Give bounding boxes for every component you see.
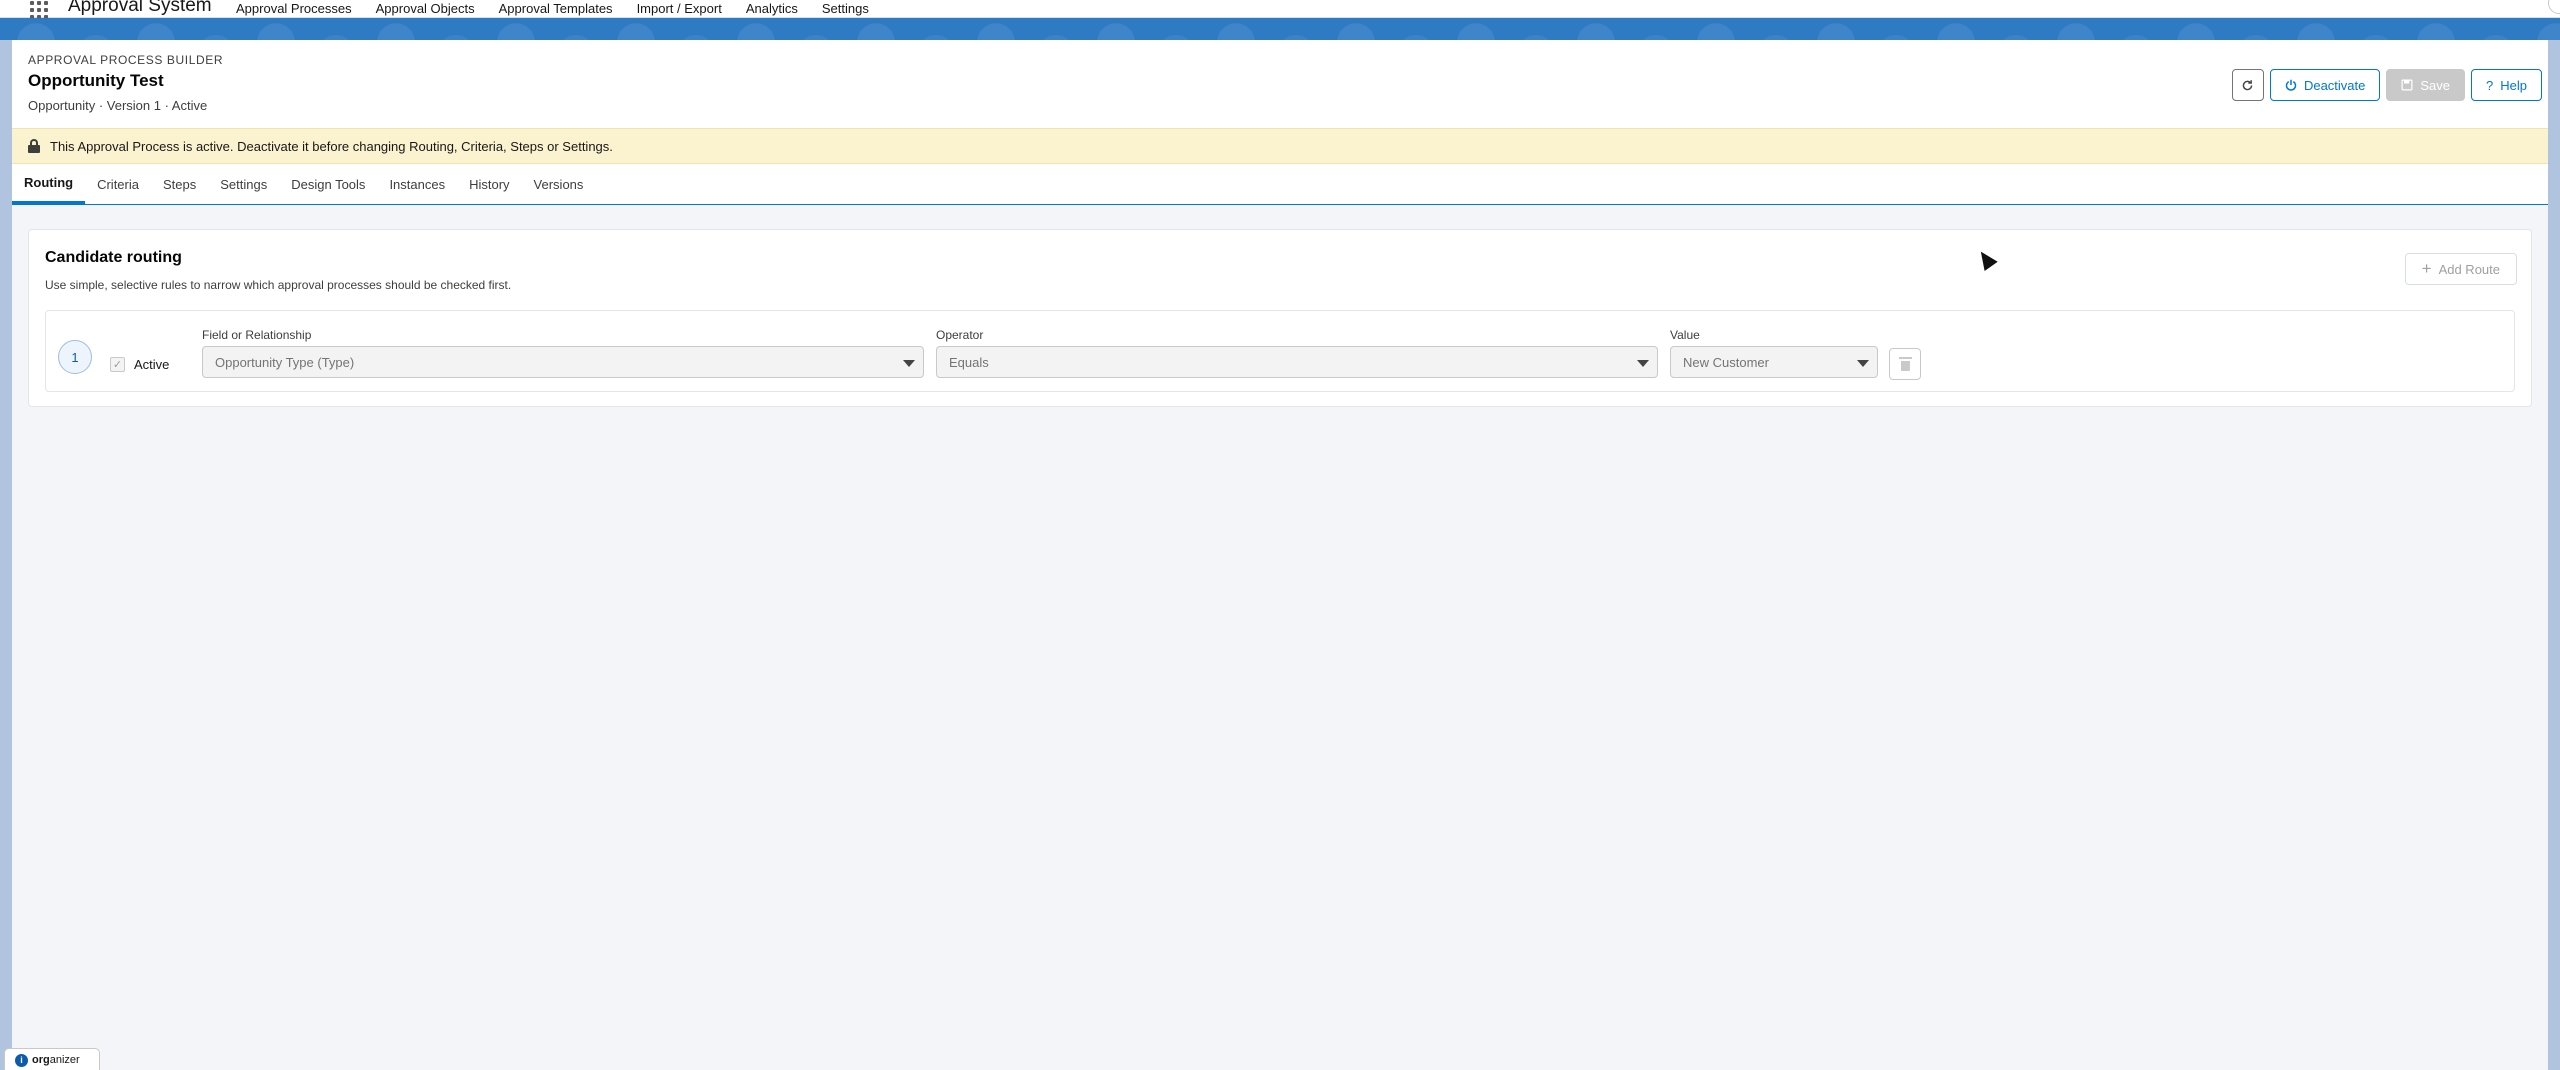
page-subtitle: Opportunity · Version 1 · Active [28, 98, 208, 113]
active-checkbox-wrap[interactable]: ✓ Active [110, 357, 169, 372]
app-name: Approval System [68, 0, 212, 16]
nav-item-approval-templates[interactable]: Approval Templates [499, 1, 613, 16]
tab-criteria[interactable]: Criteria [85, 164, 151, 204]
field-relationship-value: Opportunity Type (Type) [215, 354, 355, 370]
tab-bar: Routing Criteria Steps Settings Design T… [12, 164, 2548, 205]
app-launcher-icon[interactable] [30, 0, 52, 19]
page-title: Opportunity Test [28, 71, 164, 90]
builder-panel: APPROVAL PROCESS BUILDER Opportunity Tes… [12, 40, 2548, 1070]
organizer-suffix: anizer [49, 1054, 80, 1066]
chevron-down-icon [1637, 360, 1649, 367]
operator-value: Equals [949, 354, 989, 370]
lock-icon [28, 139, 40, 153]
tab-steps[interactable]: Steps [151, 164, 208, 204]
plus-icon: + [2421, 259, 2432, 278]
save-label: Save [2420, 77, 2451, 93]
active-warning-banner: This Approval Process is active. Deactiv… [12, 128, 2548, 164]
card-title: Candidate routing [45, 249, 182, 266]
header-band [0, 18, 2560, 40]
tab-history[interactable]: History [457, 164, 521, 204]
operator-label: Operator [936, 328, 984, 342]
tab-settings[interactable]: Settings [208, 164, 279, 204]
chevron-down-icon [1857, 360, 1869, 367]
active-checkbox-label: Active [134, 357, 170, 372]
check-icon: ✓ [112, 359, 123, 371]
rule-number-badge: 1 [58, 340, 92, 374]
add-route-button[interactable]: + Add Route [2404, 253, 2517, 285]
value-select[interactable]: New Customer [1670, 346, 1878, 378]
value-label: Value [1670, 328, 1700, 342]
field-relationship-select[interactable]: Opportunity Type (Type) [202, 346, 924, 378]
field-relationship-label: Field or Relationship [202, 328, 312, 342]
tab-instances[interactable]: Instances [377, 164, 457, 204]
page-header: APPROVAL PROCESS BUILDER Opportunity Tes… [12, 40, 2548, 128]
organizer-widget[interactable]: i org anizer [4, 1048, 100, 1070]
trash-icon [1898, 356, 1912, 371]
add-route-label: Add Route [2438, 261, 2500, 277]
tab-versions[interactable]: Versions [522, 164, 596, 204]
deactivate-button[interactable]: Deactivate [2269, 69, 2381, 101]
question-icon: ? [2486, 77, 2494, 93]
organizer-prefix: org [32, 1054, 50, 1066]
nav-items: Approval Processes Approval Objects Appr… [236, 1, 893, 16]
tab-routing[interactable]: Routing [12, 164, 86, 204]
candidate-routing-card: Candidate routing Use simple, selective … [28, 229, 2532, 407]
chevron-down-icon [903, 360, 915, 367]
routing-rule-row: 1 ✓ Active Field or Relationship Opportu… [45, 310, 2515, 392]
deactivate-label: Deactivate [2303, 77, 2366, 93]
card-description: Use simple, selective rules to narrow wh… [45, 278, 512, 292]
field-relationship-group: Field or Relationship Opportunity Type (… [202, 328, 924, 378]
nav-item-approval-processes[interactable]: Approval Processes [236, 1, 352, 16]
operator-group: Operator Equals [936, 328, 1658, 378]
banner-text: This Approval Process is active. Deactiv… [50, 138, 613, 154]
global-nav: Approval System Approval Processes Appro… [0, 0, 2560, 19]
active-checkbox[interactable]: ✓ [110, 357, 125, 372]
power-icon [2285, 79, 2297, 91]
header-actions: Deactivate Save ? Help [2226, 69, 2542, 101]
delete-rule-button[interactable] [1889, 348, 1921, 380]
nav-item-analytics[interactable]: Analytics [746, 1, 798, 16]
nav-item-settings[interactable]: Settings [822, 1, 869, 16]
value-value: New Customer [1683, 354, 1769, 370]
nav-item-import-export[interactable]: Import / Export [637, 1, 722, 16]
value-group: Value New Customer [1670, 328, 1878, 378]
operator-select[interactable]: Equals [936, 346, 1658, 378]
nav-item-approval-objects[interactable]: Approval Objects [376, 1, 475, 16]
page-eyebrow: APPROVAL PROCESS BUILDER [28, 53, 224, 67]
avatar[interactable] [2548, 0, 2560, 14]
refresh-button[interactable] [2231, 69, 2264, 101]
organizer-logo-icon: i [15, 1053, 28, 1067]
save-icon [2401, 79, 2413, 91]
save-button[interactable]: Save [2386, 69, 2466, 101]
help-button[interactable]: ? Help [2471, 69, 2542, 101]
tab-design-tools[interactable]: Design Tools [279, 164, 377, 204]
refresh-icon [2243, 79, 2253, 90]
help-label: Help [2500, 77, 2527, 93]
